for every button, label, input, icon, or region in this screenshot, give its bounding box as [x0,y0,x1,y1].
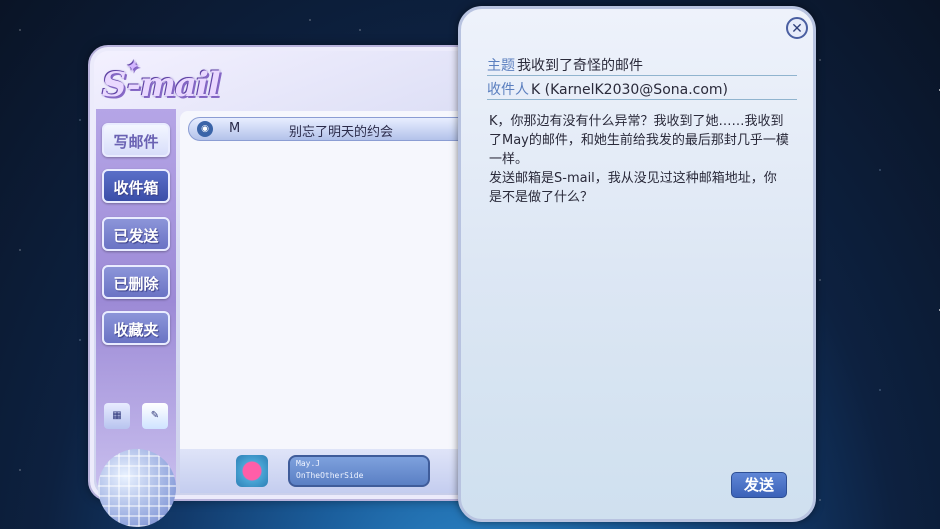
subject-label: 主题 [487,58,515,74]
sidebar-item-favorites[interactable]: 收藏夹 [102,311,170,345]
recipient-label: 收件人 [487,82,529,98]
contacts-icon[interactable]: ▦ [104,403,130,429]
send-button[interactable]: 发送 [731,472,787,498]
subject-field: 主题 我收到了奇怪的邮件 [487,55,797,76]
message-body: K，你那边有没有什么异常？我收到了她……我收到了May的邮件，和她生前给我发的最… [489,112,789,207]
recipient-field: 收件人 K (KarnelK2030@Sona.com) [487,79,797,100]
logo-text: S-mail [102,65,221,105]
message-list: ◉ M 别忘了明天的约会 [180,111,476,449]
user-nameplate: May.J OnTheOtherSide [288,455,430,487]
recipient-value: K (KarnelK2030@Sona.com) [531,82,729,98]
globe-icon [98,449,176,527]
row-subject: 别忘了明天的约会 [289,125,394,140]
sidebar: 写邮件 收件箱 已发送 已删除 收藏夹 ▦ ✎ [96,109,176,527]
tool-icons: ▦ ✎ [104,403,174,433]
user-subtitle: OnTheOtherSide [296,471,364,480]
edit-document-icon[interactable]: ✎ [142,403,168,429]
avatar [236,455,268,487]
sidebar-item-deleted[interactable]: 已删除 [102,265,170,299]
body-paragraph: K，你那边有没有什么异常？我收到了她……我收到了May的邮件，和她生前给我发的最… [489,114,789,167]
row-sender: M [229,121,241,136]
star-icon: ✦ [126,59,138,75]
close-button[interactable]: ✕ [786,17,808,39]
user-status-bar: May.J OnTheOtherSide [180,449,476,493]
list-item[interactable]: ◉ M 别忘了明天的约会 [188,117,474,141]
subject-value: 我收到了奇怪的邮件 [517,58,643,74]
body-paragraph: 发送邮箱是S-mail，我从没见过这种邮箱地址，你是不是做了什么？ [489,171,777,205]
mail-client-window: ✦ S-mail 写邮件 收件箱 已发送 已删除 收藏夹 ▦ ✎ ◉ M 别忘了… [88,45,484,527]
sender-avatar-icon: ◉ [197,121,213,137]
sidebar-item-inbox[interactable]: 收件箱 [102,169,170,203]
sidebar-item-sent[interactable]: 已发送 [102,217,170,251]
message-reader-window: ✕ 主题 我收到了奇怪的邮件 收件人 K (KarnelK2030@Sona.com… [458,6,816,522]
smail-logo: ✦ S-mail [102,59,252,109]
sidebar-item-compose[interactable]: 写邮件 [102,123,170,157]
user-name: May.J [296,459,321,468]
